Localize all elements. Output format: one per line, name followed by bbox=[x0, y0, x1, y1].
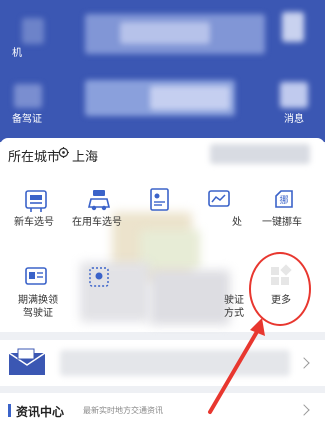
news-title[interactable]: 资讯中心 bbox=[16, 403, 64, 420]
blurred-region bbox=[120, 22, 210, 44]
blurred-region bbox=[210, 144, 310, 164]
blurred-region bbox=[282, 12, 304, 42]
svg-text:挪: 挪 bbox=[279, 194, 288, 206]
service-label: 驶证方式 bbox=[224, 295, 244, 319]
blurred-region bbox=[150, 270, 230, 325]
license-renewal-icon bbox=[25, 267, 47, 285]
header-banner: 机 备驾证 消息 bbox=[0, 0, 325, 142]
document-id-icon bbox=[150, 188, 169, 211]
service-label: 处 bbox=[232, 217, 242, 228]
blurred-region bbox=[60, 350, 290, 376]
envelope-icon bbox=[8, 348, 46, 375]
news-accent-bar bbox=[8, 404, 11, 417]
blurred-region bbox=[14, 84, 42, 108]
service-label: 新车选号 bbox=[14, 217, 54, 228]
city-label: 所在城市 bbox=[8, 150, 61, 165]
service-label: 一键挪车 bbox=[262, 217, 302, 228]
blurred-region bbox=[22, 18, 44, 44]
location-pin-icon[interactable] bbox=[58, 147, 69, 158]
header-right-bottom-label[interactable]: 消息 bbox=[284, 110, 304, 125]
new-car-plate-icon bbox=[25, 190, 47, 212]
violation-handling-icon bbox=[208, 190, 230, 207]
service-label: 在用车选号 bbox=[72, 217, 122, 228]
header-left-bottom-label: 备驾证 bbox=[12, 114, 42, 125]
city-name[interactable]: 上海 bbox=[72, 146, 98, 165]
used-car-plate-icon bbox=[87, 190, 111, 211]
header-left-top-label: 机 bbox=[12, 48, 22, 59]
annotation-circle bbox=[249, 252, 311, 326]
blurred-region bbox=[280, 82, 308, 108]
blurred-region bbox=[150, 86, 230, 110]
news-subtitle: 最新实时地方交通资讯 bbox=[83, 406, 163, 415]
move-car-icon: 挪 bbox=[275, 190, 293, 208]
service-label: 期满换领驾驶证 bbox=[18, 295, 58, 319]
pin-square-icon bbox=[89, 267, 109, 287]
